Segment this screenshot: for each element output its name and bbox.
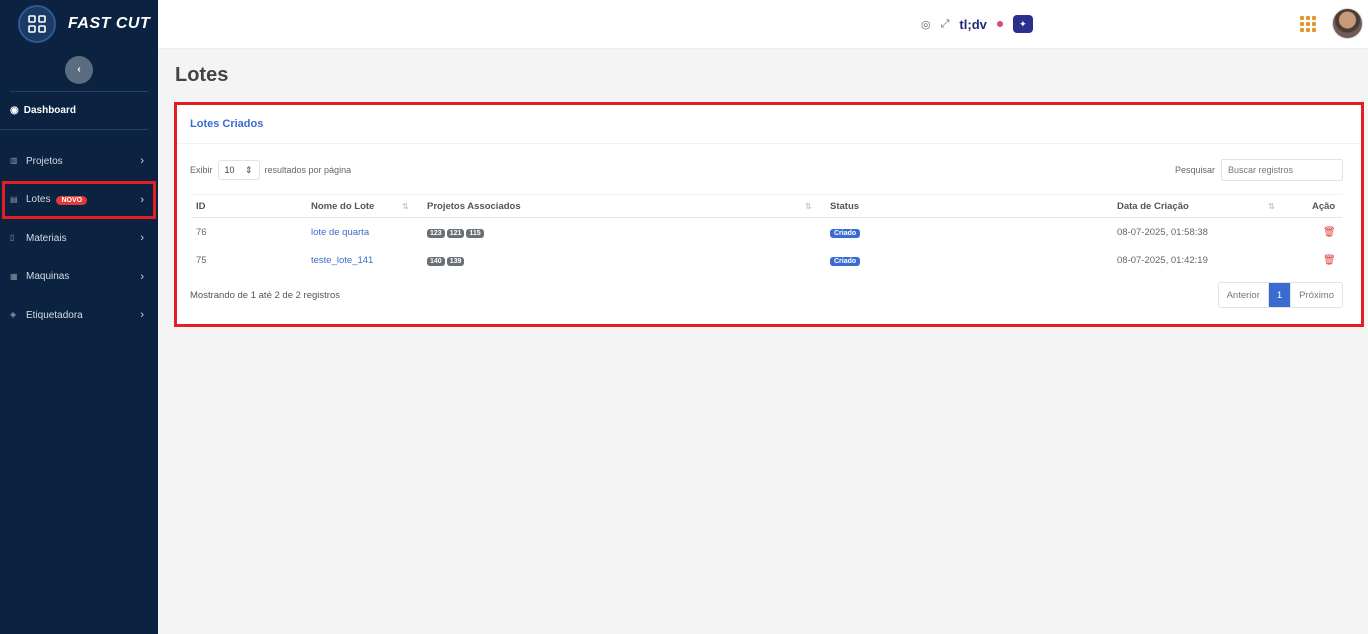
chevron-right-icon: › bbox=[140, 232, 144, 245]
sidebar: FAST CUT ‹ ◉ Dashboard ▥ Projetos › ▤ Lo… bbox=[0, 0, 158, 634]
apps-grid-icon[interactable] bbox=[1300, 16, 1316, 32]
sidebar-item-label: Etiquetadora bbox=[26, 309, 83, 321]
dashboard-icon: ◉ bbox=[10, 105, 19, 116]
expand-icon[interactable]: ⤢ bbox=[941, 18, 950, 31]
sidebar-item-projetos[interactable]: ▥ Projetos › bbox=[0, 142, 158, 181]
collapse-sidebar-button[interactable]: ‹ bbox=[65, 55, 93, 84]
sidebar-item-label: Materiais bbox=[26, 232, 67, 244]
brand-name: FAST CUT bbox=[68, 15, 151, 32]
chevron-right-icon: › bbox=[140, 309, 144, 322]
sidebar-item-label: Dashboard bbox=[23, 105, 76, 116]
topbar: ◎ ⤢ tl;dv ✦ bbox=[158, 0, 1368, 48]
chevron-left-icon: ‹ bbox=[77, 64, 81, 75]
chevron-right-icon: › bbox=[140, 155, 144, 168]
chevron-right-icon: › bbox=[140, 270, 144, 283]
brand[interactable]: FAST CUT bbox=[0, 0, 158, 48]
annotation-highlight-card bbox=[174, 102, 1364, 327]
sidebar-item-label: Maquinas bbox=[26, 271, 70, 283]
collapse-row: ‹ bbox=[10, 48, 148, 92]
sidebar-item-label: Projetos bbox=[26, 155, 63, 167]
sidebar-item-dashboard[interactable]: ◉ Dashboard bbox=[0, 92, 148, 130]
sidebar-item-maquinas[interactable]: ▦ Maquinas › bbox=[0, 258, 158, 297]
box-icon: ▯ bbox=[10, 233, 15, 243]
record-dot-icon bbox=[996, 21, 1003, 27]
logo-icon bbox=[18, 5, 56, 43]
tldv-logo[interactable]: tl;dv bbox=[959, 17, 986, 32]
avatar[interactable] bbox=[1332, 8, 1363, 39]
tag-icon: ◈ bbox=[10, 310, 17, 320]
sidebar-nav: ▥ Projetos › ▤ Lotes NOVO › ▯ Materiais ›… bbox=[0, 142, 158, 335]
sidebar-item-etiquetadora[interactable]: ◈ Etiquetadora › bbox=[0, 296, 158, 335]
kanban-icon: ▥ bbox=[10, 156, 18, 166]
tldv-toolbar: ◎ ⤢ tl;dv ✦ bbox=[921, 15, 1033, 33]
page-title: Lotes bbox=[175, 64, 229, 86]
machine-icon: ▦ bbox=[10, 271, 18, 281]
annotation-highlight-lotes bbox=[2, 181, 156, 219]
eye-off-icon[interactable]: ◎ bbox=[921, 18, 931, 31]
tldv-app-icon[interactable]: ✦ bbox=[1012, 15, 1033, 33]
sidebar-item-materiais[interactable]: ▯ Materiais › bbox=[0, 219, 158, 258]
